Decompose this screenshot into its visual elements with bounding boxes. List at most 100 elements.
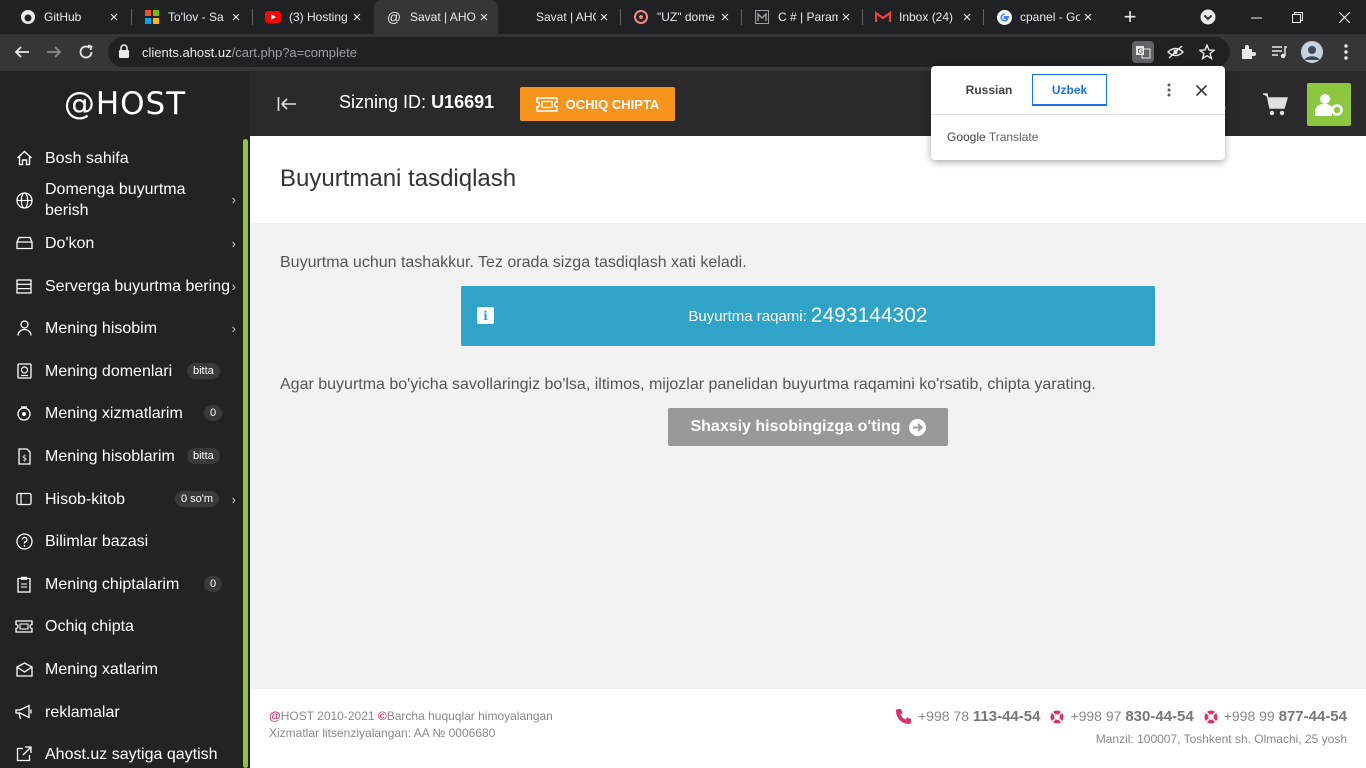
browser-tab[interactable]: C # | Param ×: [742, 0, 860, 34]
sidebar-item-my-account[interactable]: Mening hisobim ›: [0, 317, 242, 339]
close-icon[interactable]: ×: [1080, 9, 1096, 26]
sidebar-item-label: Do'kon: [45, 234, 95, 252]
sidebar-scrollbar[interactable]: [243, 139, 248, 768]
sidebar-item-ads[interactable]: reklamalar: [0, 701, 242, 723]
browser-tab[interactable]: Savat | AHO ×: [500, 0, 618, 34]
sidebar-item-my-services[interactable]: Mening xizmatlarim 0: [0, 402, 242, 424]
site-logo[interactable]: @HOST: [64, 86, 186, 122]
close-icon[interactable]: ×: [596, 9, 612, 26]
eye-off-icon[interactable]: [1164, 41, 1186, 63]
services-icon: [15, 404, 33, 422]
go-to-account-button[interactable]: Shaxsiy hisobingizga o'ting: [668, 408, 948, 446]
sidebar-collapse-button[interactable]: [276, 93, 298, 115]
user-settings-icon: [1315, 93, 1343, 116]
lifebuoy-icon: [1204, 710, 1218, 723]
back-button[interactable]: [8, 38, 36, 66]
sidebar-item-order-domain[interactable]: Domenga buyurtma berish ›: [0, 178, 242, 222]
close-icon[interactable]: ×: [717, 9, 733, 26]
sidebar-item-my-emails[interactable]: Mening xatlarim: [0, 658, 242, 680]
tab-title: Inbox (24): [899, 10, 954, 24]
sidebar-item-label: Bilimlar bazasi: [45, 532, 149, 550]
sidebar-item-badge: bitta: [187, 448, 220, 464]
chevron-right-icon: ›: [231, 491, 236, 507]
phone-number-2[interactable]: +998 97 830-44-54: [1070, 708, 1193, 725]
home-icon: [15, 149, 33, 167]
open-ticket-button[interactable]: OCHIQ CHIPTA: [520, 87, 675, 121]
questions-message: Agar buyurtma bo'yicha savollaringiz bo'…: [280, 376, 1096, 393]
copyright-text: HOST 2010-2021: [280, 709, 375, 723]
browser-tab[interactable]: "UZ" dome ×: [621, 0, 739, 34]
sidebar-item-knowledgebase[interactable]: Bilimlar bazasi: [0, 530, 242, 552]
external-link-icon: [15, 745, 33, 763]
close-icon[interactable]: ×: [476, 9, 492, 26]
sidebar-item-label: Bosh sahifa: [45, 149, 129, 167]
copyright: @HOST 2010-2021 ©Barcha huquqlar himoyal…: [269, 709, 553, 723]
tab-title: (3) Hosting: [289, 10, 348, 24]
browser-tab-active[interactable]: @ Savat | AHO ×: [374, 0, 498, 34]
close-icon[interactable]: [1191, 80, 1211, 100]
rights-text: Barcha huquqlar himoyalangan: [386, 709, 553, 723]
lock-icon[interactable]: [118, 44, 130, 64]
sidebar-item-open-ticket[interactable]: Ochiq chipta: [0, 615, 242, 637]
close-icon[interactable]: ×: [228, 9, 244, 26]
close-icon[interactable]: ×: [349, 9, 365, 26]
sidebar-item-order-server[interactable]: Serverga buyurtma bering ›: [0, 275, 242, 297]
phone-number-1[interactable]: +998 78 113-44-54: [918, 708, 1040, 725]
github-icon: [20, 9, 36, 25]
copyright-mark: ©: [377, 709, 387, 723]
more-options-icon[interactable]: [1161, 80, 1177, 100]
address-text: clients.ahost.uz/cart.php?a=complete: [142, 45, 357, 60]
at-icon: @: [386, 9, 402, 25]
sidebar-item-home[interactable]: Bosh sahifa: [0, 147, 242, 169]
sidebar-item-my-domains[interactable]: Mening domenlari bitta: [0, 360, 242, 382]
translate-tab-uzbek[interactable]: Uzbek: [1032, 74, 1107, 106]
phone-number-3[interactable]: +998 99 877-44-54: [1224, 708, 1347, 725]
close-icon[interactable]: ×: [106, 9, 122, 26]
extensions-icon[interactable]: [1236, 40, 1260, 64]
more-options-icon[interactable]: [1334, 40, 1358, 64]
sidebar-item-back-to-site[interactable]: Ahost.uz saytiga qaytish: [0, 743, 242, 765]
close-icon[interactable]: ×: [838, 9, 854, 26]
browser-tab[interactable]: cpanel - Go ×: [984, 0, 1102, 34]
translate-icon[interactable]: G: [1132, 41, 1154, 63]
star-icon[interactable]: [1196, 41, 1218, 63]
media-queue-icon[interactable]: [1267, 40, 1291, 64]
sidebar-item-badge: 0: [204, 405, 223, 421]
tab-search-button[interactable]: [1196, 0, 1220, 34]
window-close-button[interactable]: [1324, 0, 1364, 34]
sidebar-item-label: Ochiq chipta: [45, 617, 134, 635]
reload-icon: [79, 44, 93, 59]
footer-brand-mark: @: [269, 709, 281, 723]
page-title: Buyurtmani tasdiqlash: [280, 165, 517, 192]
sidebar-item-badge: 0 so'm: [175, 491, 220, 507]
sidebar-item-billing[interactable]: Hisob-kitob 0 so'm ›: [0, 488, 242, 510]
logo-area[interactable]: @HOST: [0, 71, 250, 136]
address-text: Manzil: 100007, Toshkent sh. Olmachi, 25…: [1095, 732, 1347, 746]
browser-tab[interactable]: GitHub ×: [8, 0, 128, 34]
new-tab-button[interactable]: +: [1119, 0, 1141, 34]
browser-tab[interactable]: Inbox (24) ×: [863, 0, 981, 34]
minimize-button[interactable]: [1236, 0, 1276, 34]
account-settings-button[interactable]: [1307, 83, 1351, 126]
restore-button[interactable]: [1280, 0, 1314, 34]
reload-button[interactable]: [72, 38, 100, 66]
forward-button[interactable]: [40, 38, 68, 66]
sidebar-item-my-tickets[interactable]: Mening chiptalarim 0: [0, 573, 242, 595]
megaphone-icon: [15, 703, 33, 721]
cart-icon[interactable]: [1262, 91, 1288, 117]
tab-title: C # | Param: [778, 10, 838, 24]
sidebar-item-shop[interactable]: Do'kon ›: [0, 232, 242, 254]
domain-icon: [15, 362, 33, 380]
arrow-left-icon: [14, 46, 29, 58]
gmail-icon: [875, 9, 891, 25]
close-icon[interactable]: ×: [959, 9, 975, 26]
sidebar-item-my-invoices[interactable]: $ Mening hisoblarim bitta: [0, 445, 242, 467]
address-bar[interactable]: clients.ahost.uz/cart.php?a=complete G: [108, 37, 1230, 67]
clipboard-icon: [15, 575, 33, 593]
browser-tab[interactable]: To'lov - Sa ×: [132, 0, 250, 34]
profile-avatar[interactable]: [1300, 40, 1324, 64]
sidebar-item-label: reklamalar: [45, 703, 120, 721]
translate-tab-russian[interactable]: Russian: [947, 74, 1031, 106]
tab-title: Savat | AHO: [536, 10, 596, 24]
browser-tab[interactable]: (3) Hosting ×: [253, 0, 371, 34]
